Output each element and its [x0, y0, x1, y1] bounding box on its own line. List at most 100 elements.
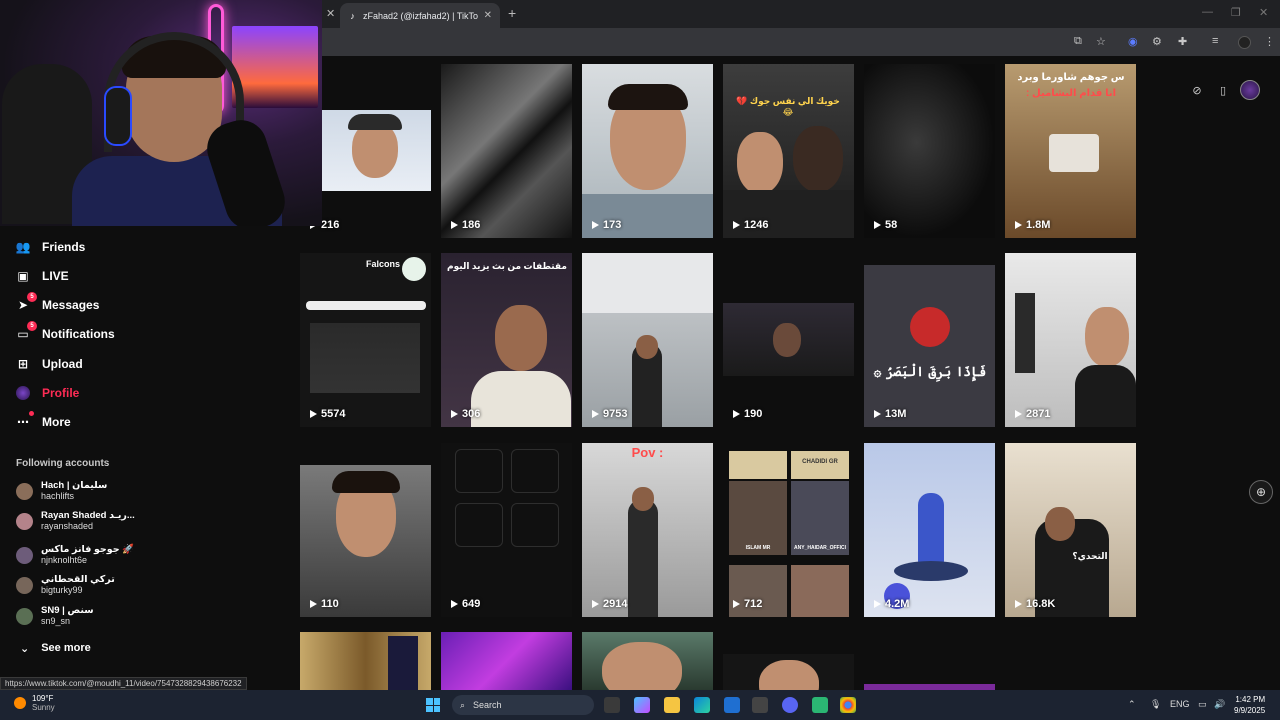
task-view-icon[interactable]	[604, 697, 620, 713]
app-green-icon[interactable]	[812, 697, 828, 713]
sidebar-item-label: Profile	[42, 386, 80, 400]
language-indicator[interactable]: ENG	[1170, 699, 1190, 709]
maximize-icon[interactable]: ❐	[1231, 6, 1241, 19]
chevron-up-icon[interactable]: ⌃	[1128, 699, 1136, 710]
video-thumbnail[interactable]: 9753	[582, 253, 713, 427]
sidebar-item-messages[interactable]: ➤ 5 Messages	[16, 292, 99, 312]
view-count: 712	[733, 598, 762, 610]
more-icon: ⋯	[16, 411, 34, 429]
weather-widget[interactable]: 109°F Sunny	[14, 694, 55, 712]
view-count: 649	[451, 598, 480, 610]
chrome-icon[interactable]	[840, 697, 856, 713]
tab-title: zFahad2 (@izfahad2) | TikTok	[363, 10, 478, 21]
video-thumbnail[interactable]: 186	[441, 64, 572, 238]
file-explorer-icon[interactable]	[664, 697, 680, 713]
tab-close-icon[interactable]: ✕	[484, 10, 492, 21]
headset-earcup	[104, 86, 132, 146]
video-thumbnail[interactable]: التحدي؟ 16.8K	[1005, 443, 1136, 617]
video-thumbnail[interactable]: 649	[441, 443, 572, 617]
zoom-in-icon[interactable]: ⊕	[1249, 480, 1273, 504]
video-thumbnail[interactable]: فَإِذَا بَرِقَ الْبَصَرُ ۞ 13M	[864, 253, 995, 427]
volume-icon[interactable]: 🔊	[1214, 699, 1225, 710]
compass-icon[interactable]: ⊘	[1188, 81, 1206, 99]
copilot-icon[interactable]	[634, 697, 650, 713]
media-control-icon[interactable]: ≡	[1212, 35, 1218, 47]
window-close-icon[interactable]: ✕	[1259, 6, 1268, 19]
sidebar-item-more[interactable]: ⋯ More	[16, 411, 71, 429]
close-icon[interactable]: ✕	[326, 7, 335, 20]
play-icon	[874, 221, 881, 229]
view-count: 186	[451, 219, 480, 231]
video-thumbnail[interactable]: Falcons 5574	[300, 253, 431, 427]
following-account[interactable]: SN9 | سنص sn9_sn	[16, 605, 94, 627]
play-icon	[733, 600, 740, 608]
tiktok-logo-icon: ♪	[350, 10, 355, 21]
browser-tab[interactable]: ♪ zFahad2 (@izfahad2) | TikTok ✕	[340, 3, 500, 28]
video-thumbnail[interactable]: 110	[300, 443, 431, 617]
app-icon[interactable]	[752, 697, 768, 713]
view-count: 2871	[1015, 408, 1050, 420]
video-thumbnail[interactable]: 173	[582, 64, 713, 238]
video-thumbnail[interactable]: Pov : 2914	[582, 443, 713, 617]
video-thumbnail[interactable]: س جوهم شاورما وبرد انا قدام البشاميل : 1…	[1005, 64, 1136, 238]
bookmark-star-icon[interactable]: ☆	[1096, 35, 1106, 48]
video-thumbnail[interactable]: 58	[864, 64, 995, 238]
video-thumbnail[interactable]: CHADIDI GR ISLAM MR ANY_HAIDAR_OFFICI 71…	[723, 443, 854, 617]
video-thumbnail[interactable]	[441, 632, 572, 690]
phone-icon[interactable]: ▯	[1214, 81, 1232, 99]
search-icon: ⌕	[460, 699, 466, 710]
sidebar-item-live[interactable]: ▣ LIVE	[16, 269, 69, 283]
sidebar-item-upload[interactable]: ⊞ Upload	[16, 357, 83, 371]
sidebar-item-profile[interactable]: Profile	[16, 386, 79, 400]
video-thumbnail[interactable]	[300, 632, 431, 690]
play-icon	[451, 221, 458, 229]
video-thumbnail[interactable]: 190	[723, 253, 854, 427]
start-button[interactable]	[426, 698, 440, 712]
new-tab-button[interactable]: +	[508, 5, 516, 21]
friends-icon: 👥	[15, 240, 31, 254]
install-app-icon[interactable]: ⧉	[1074, 35, 1082, 48]
video-thumbnail[interactable]	[582, 632, 713, 690]
minimize-icon[interactable]: —	[1202, 6, 1213, 18]
extension-icon[interactable]: ⚙	[1152, 35, 1162, 48]
sidebar-item-friends[interactable]: 👥 Friends	[15, 240, 86, 254]
store-icon[interactable]	[724, 697, 740, 713]
view-count: 9753	[592, 408, 627, 420]
following-account[interactable]: Rayan Shaded ريـد... rayanshaded	[16, 510, 135, 532]
view-count: 1.8M	[1015, 219, 1050, 231]
following-account[interactable]: Hach | سليمان hachlifts	[16, 480, 107, 502]
video-thumbnail[interactable]	[723, 654, 854, 690]
extensions-puzzle-icon[interactable]: ✚	[1178, 35, 1187, 48]
avatar	[16, 546, 33, 564]
following-account[interactable]: تركي القحطاني bigturky99	[16, 574, 115, 596]
discord-icon[interactable]	[782, 697, 798, 713]
network-icon[interactable]: ▭	[1198, 699, 1207, 710]
video-thumbnail[interactable]: خويك الي نفس جوك 💔😂 1246	[723, 64, 854, 238]
windows-taskbar: 109°F Sunny ⌕ Search ⌃ 🎙 ENG ▭ 🔊 1:42 PM…	[0, 690, 1280, 720]
edge-icon[interactable]	[694, 697, 710, 713]
user-avatar[interactable]	[1240, 80, 1260, 100]
view-count: 16.8K	[1015, 598, 1055, 610]
following-account[interactable]: جوجو فانز ماكس 🚀 njnknolht6e	[16, 544, 134, 566]
see-more-button[interactable]: ⌄ See more	[20, 642, 91, 655]
clock[interactable]: 1:42 PM 9/9/2025	[1234, 694, 1265, 716]
extension-blue-icon[interactable]: ◉	[1128, 35, 1138, 48]
browser-profile-avatar[interactable]	[1238, 36, 1251, 49]
taskbar-search[interactable]: ⌕ Search	[452, 695, 594, 715]
messages-badge: 5	[27, 292, 37, 302]
notifications-badge: 5	[27, 321, 37, 331]
play-icon	[733, 221, 740, 229]
video-thumbnail[interactable]: 2871	[1005, 253, 1136, 427]
view-count: 306	[451, 408, 480, 420]
browser-toolbar: ⧉ ☆ ◉ ⚙ ✚ ≡ ⋮	[322, 28, 1280, 56]
video-thumbnail[interactable]: مقتطفات من بث يزيد اليوم 306	[441, 253, 572, 427]
sidebar-item-label: Upload	[42, 357, 83, 371]
play-icon	[874, 410, 881, 418]
avatar	[16, 576, 33, 594]
browser-menu-icon[interactable]: ⋮	[1264, 35, 1275, 48]
sidebar-item-label: LIVE	[42, 269, 69, 283]
video-thumbnail[interactable]: 4.2M	[864, 443, 995, 617]
play-icon	[592, 600, 599, 608]
microphone-icon[interactable]: 🎙	[1150, 699, 1161, 710]
sidebar-item-notifications[interactable]: ▭ 5 Notifications	[16, 321, 115, 341]
